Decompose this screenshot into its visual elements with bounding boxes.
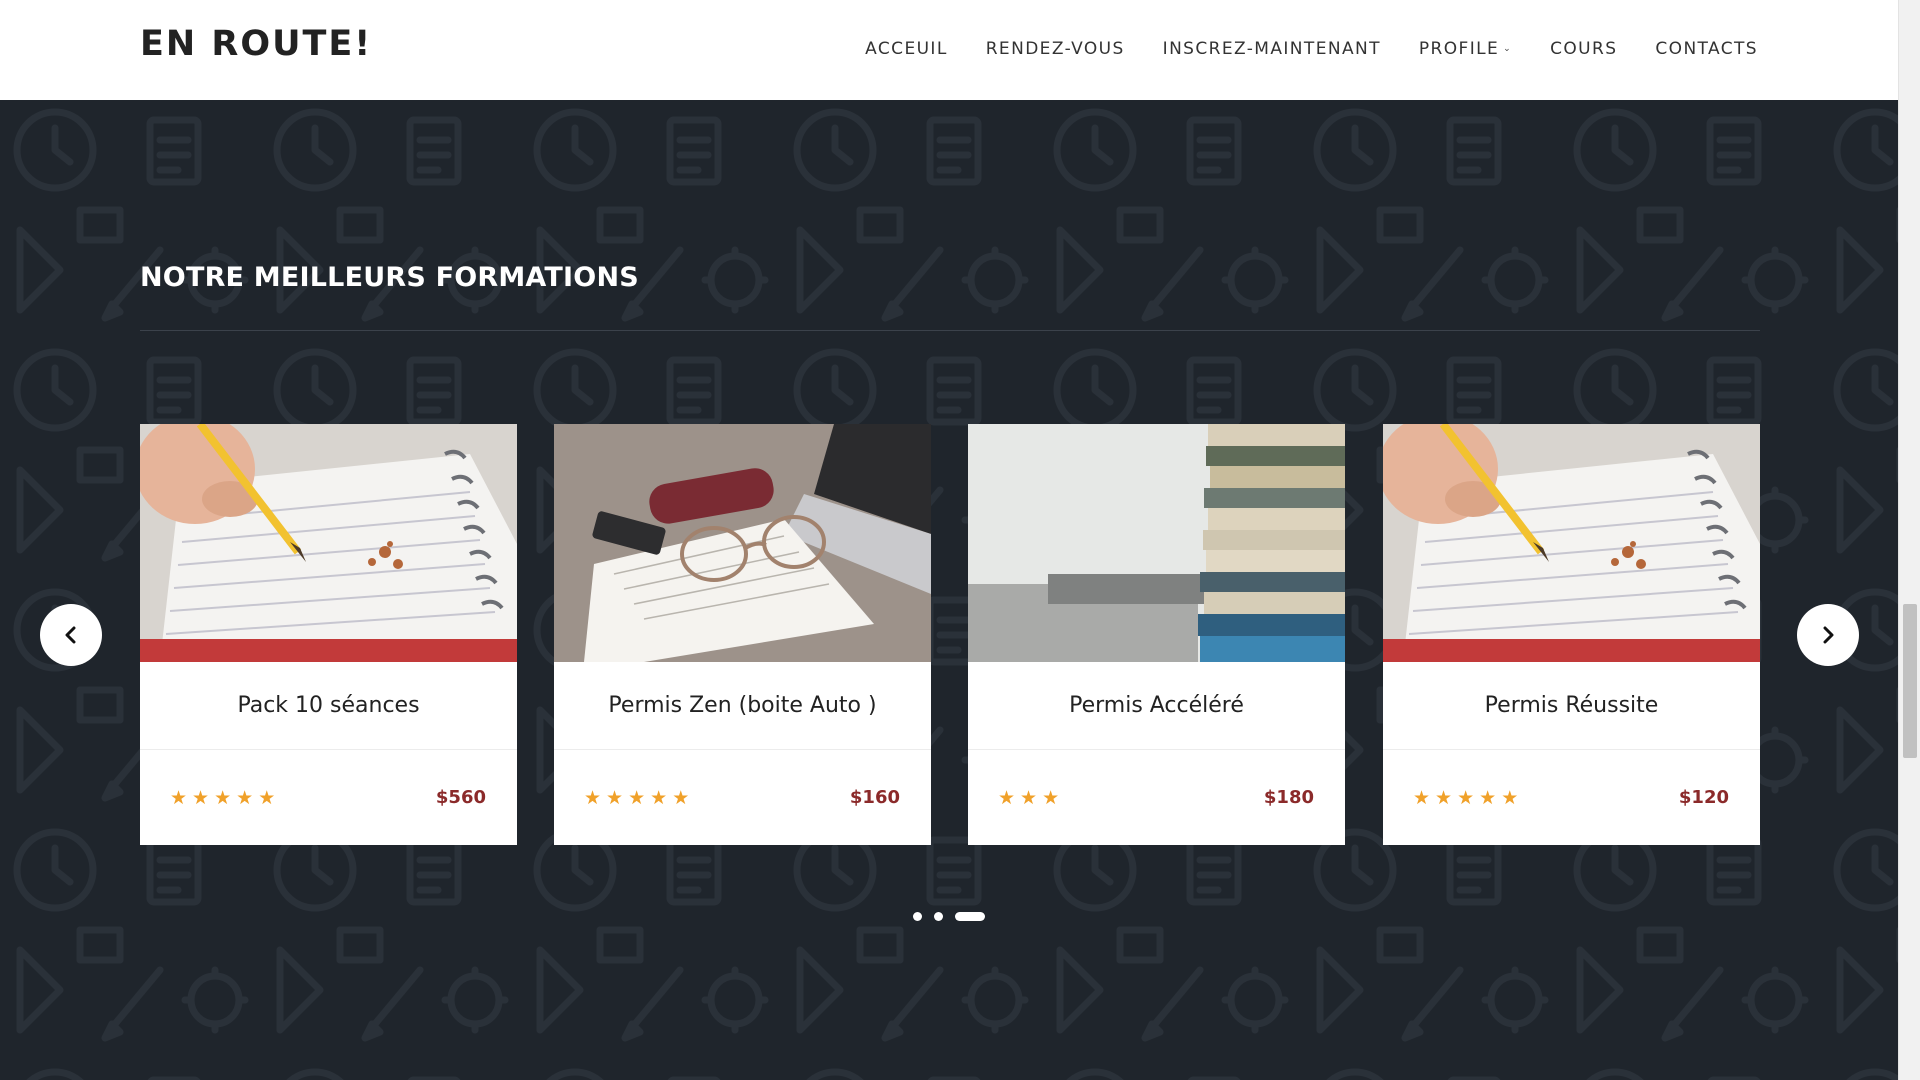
star-icon: ★ bbox=[214, 786, 232, 809]
rating: ★ ★ ★ bbox=[998, 787, 1059, 809]
rating: ★ ★ ★ ★ ★ bbox=[584, 787, 689, 809]
course-price: $160 bbox=[849, 787, 900, 808]
star-icon: ★ bbox=[998, 786, 1016, 809]
nav-item-inscrez-maintenant[interactable]: INSCREZ-MAINTENANT bbox=[1163, 39, 1381, 59]
carousel-dot[interactable] bbox=[934, 912, 943, 921]
star-icon: ★ bbox=[1501, 786, 1519, 809]
star-icon: ★ bbox=[1042, 786, 1060, 809]
nav-label: RENDEZ-VOUS bbox=[985, 39, 1125, 59]
scrollbar-thumb[interactable] bbox=[1903, 604, 1917, 758]
star-icon: ★ bbox=[1479, 786, 1497, 809]
site-logo[interactable]: EN ROUTE! bbox=[140, 24, 372, 64]
star-icon: ★ bbox=[236, 786, 254, 809]
nav-item-rendez-vous[interactable]: RENDEZ-VOUS bbox=[986, 39, 1125, 59]
star-icon: ★ bbox=[672, 786, 690, 809]
star-icon: ★ bbox=[258, 786, 276, 809]
card-footer: ★ ★ ★ ★ ★ $560 bbox=[140, 750, 517, 845]
page-scrollbar[interactable] bbox=[1898, 0, 1920, 1080]
pencil-notebook-photo bbox=[140, 424, 517, 662]
nav-item-cours[interactable]: COURS bbox=[1550, 39, 1617, 59]
book-stack-photo bbox=[968, 424, 1345, 662]
star-icon: ★ bbox=[170, 786, 188, 809]
carousel-dot[interactable] bbox=[913, 912, 922, 921]
star-icon: ★ bbox=[584, 786, 602, 809]
pencil-notebook-photo bbox=[1383, 424, 1760, 662]
nav-item-profile[interactable]: PROFILE ⌄ bbox=[1419, 39, 1512, 59]
chevron-left-icon bbox=[65, 626, 76, 644]
course-card[interactable]: Pack 10 séances ★ ★ ★ ★ ★ $560 bbox=[140, 424, 517, 845]
top-navbar: EN ROUTE! ACCEUIL RENDEZ-VOUS INSCREZ-MA… bbox=[0, 0, 1898, 100]
star-icon: ★ bbox=[1435, 786, 1453, 809]
course-title: Permis Zen (boite Auto ) bbox=[554, 662, 931, 750]
course-title: Pack 10 séances bbox=[140, 662, 517, 750]
section-title: NOTRE MEILLEURS FORMATIONS bbox=[140, 262, 639, 293]
carousel-dot-active[interactable] bbox=[955, 912, 985, 921]
course-price: $560 bbox=[435, 787, 486, 808]
chevron-right-icon bbox=[1823, 626, 1834, 644]
nav-item-acceuil[interactable]: ACCEUIL bbox=[865, 39, 948, 59]
card-footer: ★ ★ ★ $180 bbox=[968, 750, 1345, 845]
nav-label: ACCEUIL bbox=[865, 39, 948, 59]
course-title: Permis Accéléré bbox=[968, 662, 1345, 750]
star-icon: ★ bbox=[606, 786, 624, 809]
star-icon: ★ bbox=[628, 786, 646, 809]
card-footer: ★ ★ ★ ★ ★ $160 bbox=[554, 750, 931, 845]
nav-label: COURS bbox=[1550, 39, 1618, 59]
glasses-notebook-laptop-photo bbox=[554, 424, 931, 662]
chevron-down-icon: ⌄ bbox=[1503, 44, 1513, 54]
nav-label: PROFILE bbox=[1418, 39, 1500, 59]
course-title: Permis Réussite bbox=[1383, 662, 1760, 750]
star-icon: ★ bbox=[192, 786, 210, 809]
rating: ★ ★ ★ ★ ★ bbox=[1413, 787, 1518, 809]
course-card[interactable]: Permis Zen (boite Auto ) ★ ★ ★ ★ ★ $160 bbox=[554, 424, 931, 845]
star-icon: ★ bbox=[650, 786, 668, 809]
carousel-prev-button[interactable] bbox=[40, 604, 102, 666]
star-icon: ★ bbox=[1413, 786, 1431, 809]
main-nav: ACCEUIL RENDEZ-VOUS INSCREZ-MAINTENANT P… bbox=[865, 39, 1758, 59]
star-icon: ★ bbox=[1457, 786, 1475, 809]
course-card[interactable]: Permis Accéléré ★ ★ ★ $180 bbox=[968, 424, 1345, 845]
course-price: $180 bbox=[1263, 787, 1314, 808]
card-footer: ★ ★ ★ ★ ★ $120 bbox=[1383, 750, 1760, 845]
nav-item-contacts[interactable]: CONTACTS bbox=[1655, 39, 1758, 59]
course-card[interactable]: Permis Réussite ★ ★ ★ ★ ★ $120 bbox=[1383, 424, 1760, 845]
nav-label: CONTACTS bbox=[1655, 39, 1758, 59]
carousel-pagination bbox=[913, 912, 985, 921]
course-carousel: Pack 10 séances ★ ★ ★ ★ ★ $560 Permis Ze… bbox=[140, 424, 1760, 845]
rating: ★ ★ ★ ★ ★ bbox=[170, 787, 275, 809]
course-price: $120 bbox=[1678, 787, 1729, 808]
star-icon: ★ bbox=[1020, 786, 1038, 809]
nav-label: INSCREZ-MAINTENANT bbox=[1162, 39, 1381, 59]
section-divider bbox=[140, 330, 1760, 331]
carousel-next-button[interactable] bbox=[1797, 604, 1859, 666]
